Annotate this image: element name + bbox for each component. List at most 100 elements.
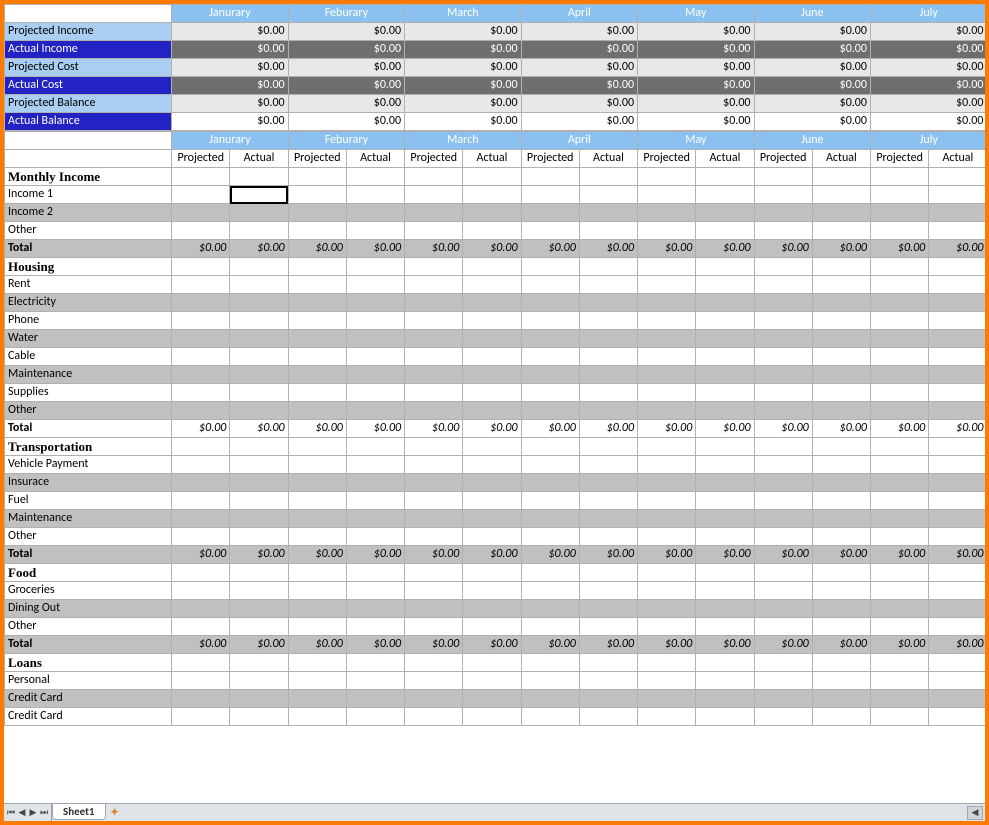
- summary-value[interactable]: $0.00: [521, 59, 637, 77]
- data-cell[interactable]: [463, 348, 521, 366]
- data-cell[interactable]: [929, 366, 985, 384]
- data-cell[interactable]: [929, 528, 985, 546]
- summary-value[interactable]: $0.00: [754, 77, 870, 95]
- total-value[interactable]: $0.00: [521, 546, 579, 564]
- data-cell[interactable]: [230, 618, 288, 636]
- data-cell[interactable]: [172, 564, 230, 582]
- data-cell[interactable]: [929, 474, 985, 492]
- total-value[interactable]: $0.00: [405, 240, 463, 258]
- data-cell[interactable]: [871, 258, 929, 276]
- data-cell[interactable]: [288, 204, 346, 222]
- data-cell[interactable]: [288, 492, 346, 510]
- data-cell[interactable]: [521, 258, 579, 276]
- data-cell[interactable]: [288, 438, 346, 456]
- detail-month-header[interactable]: July: [871, 132, 986, 150]
- data-cell[interactable]: [346, 384, 404, 402]
- data-cell[interactable]: [172, 348, 230, 366]
- data-cell[interactable]: [463, 528, 521, 546]
- data-cell[interactable]: [812, 276, 870, 294]
- subheader-actual[interactable]: Actual: [230, 150, 288, 168]
- data-cell[interactable]: [696, 348, 754, 366]
- data-cell[interactable]: [754, 600, 812, 618]
- total-value[interactable]: $0.00: [871, 420, 929, 438]
- summary-value[interactable]: $0.00: [754, 23, 870, 41]
- summary-value[interactable]: $0.00: [288, 95, 404, 113]
- data-cell[interactable]: [463, 564, 521, 582]
- data-cell[interactable]: [812, 456, 870, 474]
- data-cell[interactable]: [754, 294, 812, 312]
- data-cell[interactable]: [812, 168, 870, 186]
- data-cell[interactable]: [521, 222, 579, 240]
- total-value[interactable]: $0.00: [696, 636, 754, 654]
- data-cell[interactable]: [812, 708, 870, 726]
- total-value[interactable]: $0.00: [288, 240, 346, 258]
- data-cell[interactable]: [521, 312, 579, 330]
- total-value[interactable]: $0.00: [754, 240, 812, 258]
- line-item-label[interactable]: Dining Out: [5, 600, 172, 618]
- month-header[interactable]: April: [521, 5, 637, 23]
- data-cell[interactable]: [754, 168, 812, 186]
- total-value[interactable]: $0.00: [405, 546, 463, 564]
- summary-value[interactable]: $0.00: [521, 23, 637, 41]
- data-cell[interactable]: [638, 672, 696, 690]
- summary-value[interactable]: $0.00: [288, 41, 404, 59]
- data-cell[interactable]: [871, 690, 929, 708]
- line-item-label[interactable]: Other: [5, 618, 172, 636]
- data-cell[interactable]: [463, 582, 521, 600]
- data-cell[interactable]: [230, 402, 288, 420]
- data-cell[interactable]: [230, 438, 288, 456]
- data-cell[interactable]: [288, 294, 346, 312]
- total-value[interactable]: $0.00: [871, 546, 929, 564]
- data-cell[interactable]: [288, 672, 346, 690]
- sheet-nav-next-icon[interactable]: ▶: [28, 807, 38, 819]
- data-cell[interactable]: [638, 456, 696, 474]
- data-cell[interactable]: [288, 510, 346, 528]
- data-cell[interactable]: [638, 474, 696, 492]
- sheet-nav-first-icon[interactable]: ⏮: [6, 807, 16, 819]
- data-cell[interactable]: [754, 438, 812, 456]
- data-cell[interactable]: [288, 186, 346, 204]
- data-cell[interactable]: [929, 348, 985, 366]
- data-cell[interactable]: [638, 564, 696, 582]
- sheet-tab[interactable]: Sheet1: [52, 804, 106, 820]
- line-item-label[interactable]: Supplies: [5, 384, 172, 402]
- data-cell[interactable]: [405, 168, 463, 186]
- data-cell[interactable]: [754, 384, 812, 402]
- data-cell[interactable]: [230, 582, 288, 600]
- detail-month-header[interactable]: Janurary: [172, 132, 288, 150]
- data-cell[interactable]: [929, 294, 985, 312]
- data-cell[interactable]: [405, 438, 463, 456]
- line-item-label[interactable]: Maintenance: [5, 366, 172, 384]
- data-cell[interactable]: [230, 600, 288, 618]
- data-cell[interactable]: [929, 402, 985, 420]
- data-cell[interactable]: [638, 168, 696, 186]
- data-cell[interactable]: [579, 366, 637, 384]
- data-cell[interactable]: [172, 708, 230, 726]
- data-cell[interactable]: [288, 456, 346, 474]
- subheader-projected[interactable]: Projected: [405, 150, 463, 168]
- data-cell[interactable]: [579, 312, 637, 330]
- data-cell[interactable]: [405, 528, 463, 546]
- summary-value[interactable]: $0.00: [754, 113, 870, 131]
- data-cell[interactable]: [929, 186, 985, 204]
- data-cell[interactable]: [696, 708, 754, 726]
- data-cell[interactable]: [172, 474, 230, 492]
- data-cell[interactable]: [812, 618, 870, 636]
- data-cell[interactable]: [463, 672, 521, 690]
- data-cell[interactable]: [346, 294, 404, 312]
- summary-label[interactable]: Actual Cost: [5, 77, 172, 95]
- total-value[interactable]: $0.00: [579, 240, 637, 258]
- data-cell[interactable]: [288, 276, 346, 294]
- total-value[interactable]: $0.00: [463, 420, 521, 438]
- data-cell[interactable]: [346, 564, 404, 582]
- summary-value[interactable]: $0.00: [172, 113, 288, 131]
- data-cell[interactable]: [463, 204, 521, 222]
- data-cell[interactable]: [172, 330, 230, 348]
- data-cell[interactable]: [812, 600, 870, 618]
- summary-value[interactable]: $0.00: [172, 95, 288, 113]
- data-cell[interactable]: [405, 492, 463, 510]
- horizontal-scrollbar[interactable]: ◀: [124, 804, 986, 821]
- line-item-label[interactable]: Fuel: [5, 492, 172, 510]
- month-header[interactable]: June: [754, 5, 870, 23]
- data-cell[interactable]: [579, 276, 637, 294]
